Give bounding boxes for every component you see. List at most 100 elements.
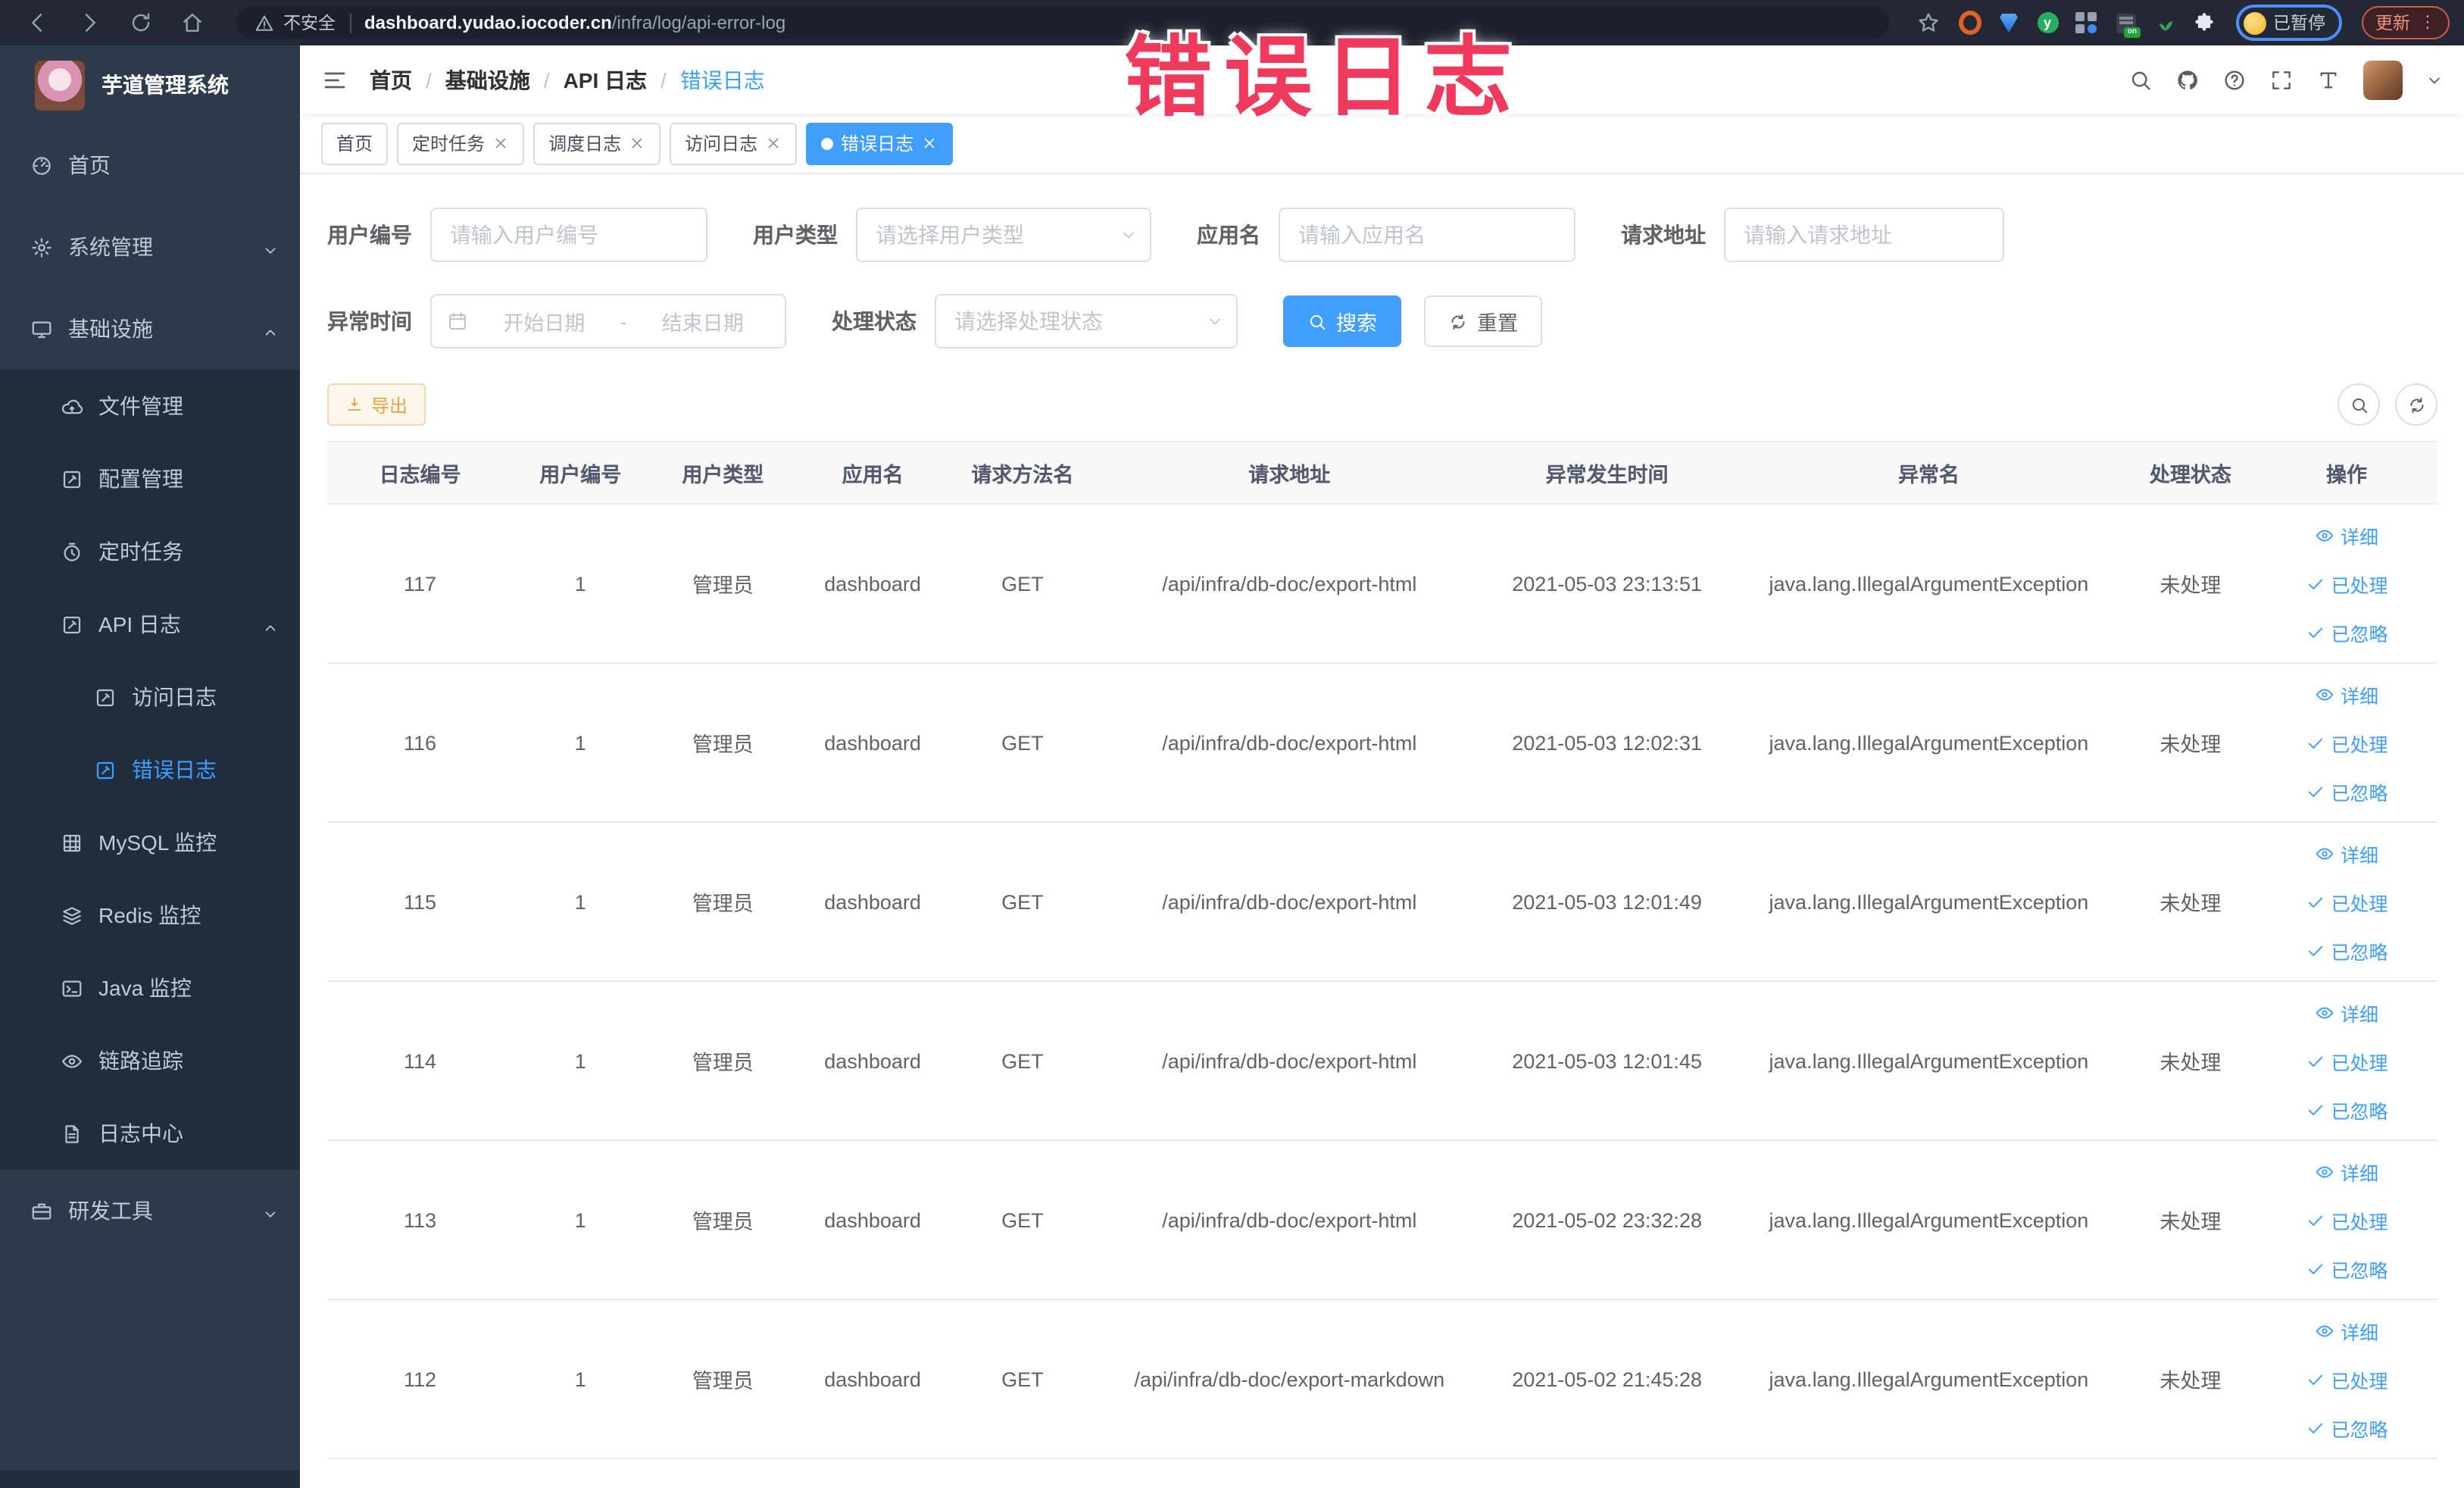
extension-leaf-icon[interactable]: [2153, 11, 2176, 34]
process-status-select[interactable]: [935, 294, 1238, 349]
user-menu-caret-icon[interactable]: [2425, 70, 2444, 89]
action-processed-link[interactable]: 已处理: [2306, 1365, 2388, 1393]
action-processed-link[interactable]: 已处理: [2306, 728, 2388, 757]
action-processed-link[interactable]: 已处理: [2306, 1046, 2388, 1075]
action-processed-link[interactable]: 已处理: [2306, 887, 2388, 916]
extension-grid-icon[interactable]: [2075, 11, 2097, 34]
fullscreen-icon[interactable]: [2269, 67, 2294, 92]
extensions-puzzle-icon[interactable]: [2193, 12, 2214, 33]
action-detail-link[interactable]: 详细: [2315, 520, 2378, 549]
tab-label: 访问日志: [685, 133, 758, 155]
help-icon[interactable]: [2222, 67, 2247, 92]
exception-time-range-picker[interactable]: 开始日期 - 结束日期: [430, 294, 786, 349]
app-name-input[interactable]: [1279, 208, 1576, 262]
cell-user-type: 管理员: [692, 733, 754, 756]
sidebar-item-trace[interactable]: 链路追踪: [0, 1024, 300, 1097]
refresh-icon: [1448, 311, 1468, 331]
close-icon[interactable]: [629, 135, 645, 152]
browser-reload-icon[interactable]: [129, 11, 153, 35]
action-processed-link[interactable]: 已处理: [2306, 569, 2388, 598]
action-ignored-link[interactable]: 已忽略: [2306, 1413, 2388, 1442]
action-ignored-link[interactable]: 已忽略: [2306, 777, 2388, 805]
cell-status: 未处理: [2160, 574, 2222, 597]
extension-orange-icon[interactable]: [1958, 11, 1981, 35]
action-processed-link[interactable]: 已处理: [2306, 1205, 2388, 1234]
action-ignored-link[interactable]: 已忽略: [2306, 1095, 2388, 1124]
profile-paused-chip[interactable]: 已暂停: [2235, 5, 2342, 41]
browser-back-icon[interactable]: [26, 11, 50, 35]
tab-首页[interactable]: 首页: [321, 122, 389, 164]
sidebar-item-infra[interactable]: 基础设施: [0, 288, 300, 370]
extension-shield-icon[interactable]: [1997, 11, 2020, 34]
close-icon[interactable]: [765, 135, 782, 152]
reset-button[interactable]: 重置: [1424, 295, 1542, 347]
action-label: 已忽略: [2331, 1101, 2388, 1122]
action-detail-link[interactable]: 详细: [2315, 1316, 2378, 1345]
github-icon[interactable]: [2175, 67, 2200, 92]
close-icon[interactable]: [921, 135, 938, 152]
sidebar-item-mysql-monitor[interactable]: MySQL 监控: [0, 806, 300, 879]
user-type-select[interactable]: [856, 208, 1151, 262]
sidebar-item-error-log[interactable]: 错误日志: [0, 733, 300, 806]
extension-green-icon[interactable]: y: [2037, 12, 2058, 33]
cell-status: 未处理: [2160, 892, 2222, 915]
close-icon[interactable]: [492, 135, 509, 152]
sidebar-fold-icon[interactable]: [321, 66, 348, 93]
sidebar-item-log-center[interactable]: 日志中心: [0, 1097, 300, 1170]
sidebar-item-system[interactable]: 系统管理: [0, 206, 300, 288]
browser-menu-icon[interactable]: ⋮: [2419, 14, 2436, 31]
user-avatar[interactable]: [2363, 60, 2403, 99]
config-manage-icon: [61, 467, 83, 490]
tab-定时任务[interactable]: 定时任务: [397, 122, 525, 164]
action-detail-link[interactable]: 详细: [2315, 680, 2378, 708]
cell-actions: 详细 已处理 已忽略: [2256, 1316, 2437, 1442]
cell-actions: 详细 已处理 已忽略: [2256, 1157, 2437, 1283]
action-label: 详细: [2341, 686, 2379, 707]
user-id-input[interactable]: [430, 208, 707, 262]
sidebar-item-redis-monitor[interactable]: Redis 监控: [0, 879, 300, 952]
sidebar-item-api-log[interactable]: API 日志: [0, 588, 300, 661]
table-row: 113 1 管理员 dashboard GET/api/infra/db-doc/exp…: [327, 1141, 2437, 1300]
browser-home-icon[interactable]: [180, 11, 205, 35]
sidebar-item-home[interactable]: 首页: [0, 124, 300, 206]
breadcrumb-item[interactable]: API 日志: [564, 64, 647, 95]
action-ignored-link[interactable]: 已忽略: [2306, 617, 2388, 646]
tab-错误日志[interactable]: 错误日志: [806, 122, 954, 164]
export-button[interactable]: 导出: [327, 383, 426, 426]
url-divider: [349, 13, 351, 33]
sidebar-item-file-manage[interactable]: 文件管理: [0, 370, 300, 442]
breadcrumb-item[interactable]: 首页: [370, 64, 412, 95]
sidebar-item-java-monitor[interactable]: Java 监控: [0, 952, 300, 1024]
action-detail-link[interactable]: 详细: [2315, 998, 2378, 1027]
browser-update-chip[interactable]: 更新 ⋮: [2362, 6, 2450, 39]
tab-调度日志[interactable]: 调度日志: [533, 122, 661, 164]
toggle-search-button[interactable]: [2338, 383, 2380, 426]
action-ignored-link[interactable]: 已忽略: [2306, 936, 2388, 964]
browser-forward-icon[interactable]: [77, 11, 101, 35]
tab-访问日志[interactable]: 访问日志: [670, 122, 798, 164]
search-button[interactable]: 搜索: [1283, 295, 1401, 347]
sidebar-collapse-bar[interactable]: [0, 1470, 300, 1488]
refresh-table-button[interactable]: [2395, 383, 2437, 426]
breadcrumb-item[interactable]: 错误日志: [680, 64, 765, 95]
bookmark-star-icon[interactable]: [1916, 11, 1940, 35]
header-search-icon[interactable]: [2128, 67, 2153, 92]
url-host: dashboard.yudao.iocoder.cn: [364, 12, 612, 33]
font-size-icon[interactable]: [2316, 67, 2341, 92]
app-logo[interactable]: 芋道管理系统: [0, 45, 300, 124]
cell-status: 未处理: [2160, 1370, 2222, 1393]
action-ignored-link[interactable]: 已忽略: [2306, 1254, 2388, 1283]
address-bar[interactable]: 不安全 dashboard.yudao.iocoder.cn /infra/lo…: [236, 6, 1888, 39]
cell-method: GET: [1001, 572, 1044, 595]
file-manage-icon: [61, 395, 83, 417]
sidebar-item-dev-tools[interactable]: 研发工具: [0, 1170, 300, 1252]
sidebar-item-cron-job[interactable]: 定时任务: [0, 515, 300, 588]
action-detail-link[interactable]: 详细: [2315, 1157, 2378, 1186]
request-url-input[interactable]: [1724, 208, 2004, 262]
sidebar-item-access-log[interactable]: 访问日志: [0, 661, 300, 733]
refresh-icon: [2406, 395, 2426, 414]
extension-on-icon[interactable]: on: [2114, 11, 2140, 37]
sidebar-item-config-manage[interactable]: 配置管理: [0, 442, 300, 515]
breadcrumb-item[interactable]: 基础设施: [445, 64, 530, 95]
action-detail-link[interactable]: 详细: [2315, 839, 2378, 867]
